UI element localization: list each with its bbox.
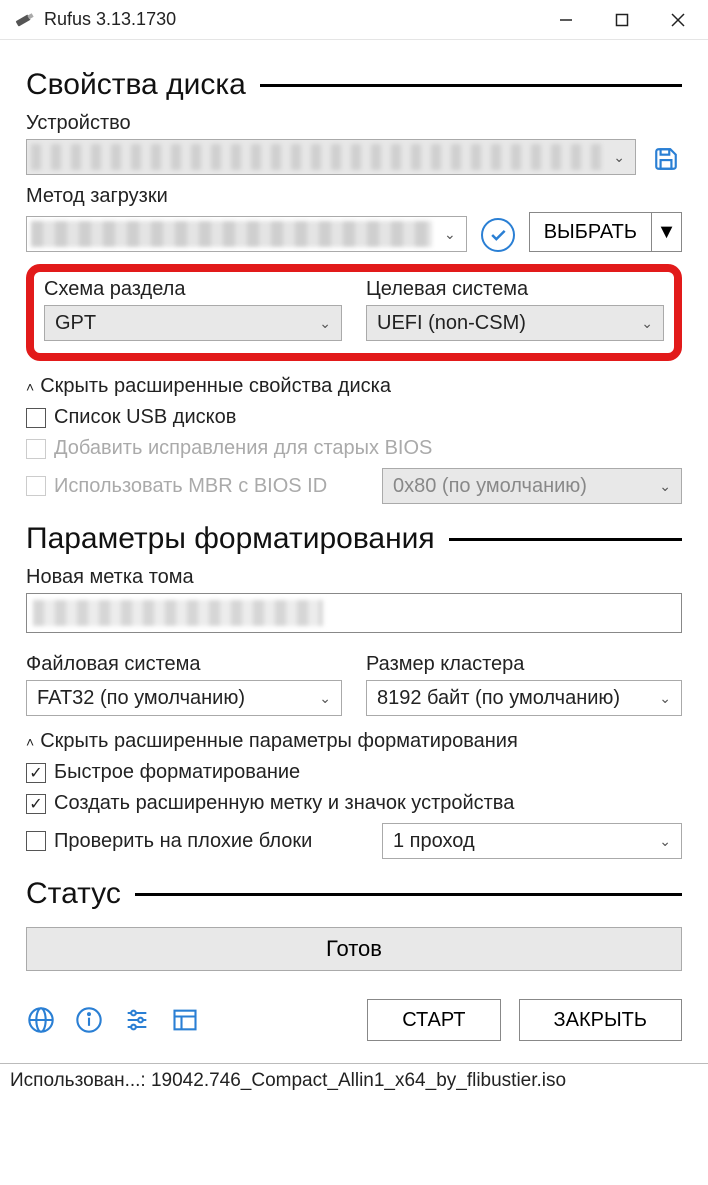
target-system-dropdown[interactable]: UEFI (non-CSM) ⌄ (366, 305, 664, 341)
target-system-value: UEFI (non-CSM) (377, 312, 526, 335)
bios-id-dropdown: 0x80 (по умолчанию) ⌄ (382, 468, 682, 504)
select-iso-button[interactable]: ВЫБРАТЬ ▼ (529, 212, 682, 252)
language-button[interactable] (26, 1005, 56, 1035)
bad-blocks-passes-dropdown[interactable]: 1 проход ⌄ (382, 823, 682, 859)
label-filesystem: Файловая система (26, 653, 342, 676)
select-dropdown-arrow[interactable]: ▼ (651, 213, 681, 251)
chevron-down-icon: ⌄ (659, 478, 671, 495)
toggle-advanced-drive-label: Скрыть расширенные свойства диска (40, 375, 391, 398)
settings-button[interactable] (122, 1005, 152, 1035)
label-target-system: Целевая система (366, 278, 664, 301)
footer-text: Использован...: 19042.746_Compact_Allin1… (10, 1070, 566, 1091)
about-button[interactable] (74, 1005, 104, 1035)
section-format-options: Параметры форматирования (26, 522, 682, 556)
label-partition-scheme: Схема раздела (44, 278, 342, 301)
boot-selection-dropdown[interactable]: ⌄ (26, 216, 467, 252)
log-button[interactable] (170, 1005, 200, 1035)
window-titlebar: Rufus 3.13.1730 (0, 0, 708, 40)
partition-scheme-dropdown[interactable]: GPT ⌄ (44, 305, 342, 341)
section-divider (449, 538, 682, 541)
app-usb-icon (10, 10, 38, 30)
checkbox-ext-label[interactable]: ✓ (26, 794, 46, 814)
section-title-drive: Свойства диска (26, 68, 246, 102)
checkbox-mbr-biosid-label: Использовать MBR с BIOS ID (54, 475, 327, 498)
verify-hash-button[interactable] (481, 218, 515, 252)
footer-status: Использован...: 19042.746_Compact_Allin1… (0, 1063, 708, 1102)
section-divider (260, 84, 682, 87)
section-drive-properties: Свойства диска (26, 68, 682, 102)
cluster-size-dropdown[interactable]: 8192 байт (по умолчанию) ⌄ (366, 680, 682, 716)
start-button-label: СТАРТ (402, 1009, 465, 1032)
status-text: Готов (326, 936, 382, 962)
label-boot-method: Метод загрузки (26, 185, 682, 208)
chevron-down-icon: ⌄ (319, 315, 331, 332)
window-minimize-button[interactable] (538, 0, 594, 40)
device-dropdown[interactable]: ⌄ (26, 139, 636, 175)
checkbox-quick-format[interactable]: ✓ (26, 763, 46, 783)
checkbox-bad-blocks[interactable] (26, 831, 46, 851)
filesystem-value: FAT32 (по умолчанию) (37, 687, 245, 710)
checkbox-usb-list-row[interactable]: Список USB дисков (26, 406, 682, 429)
partition-scheme-value: GPT (55, 312, 96, 335)
checkbox-usb-list-label: Список USB дисков (54, 406, 236, 429)
save-image-button[interactable] (650, 143, 682, 175)
chevron-down-icon: ⌄ (659, 690, 671, 707)
chevron-down-icon: ⌄ (659, 833, 671, 850)
bad-blocks-passes-value: 1 проход (393, 830, 475, 853)
checkbox-mbr-biosid-row: Использовать MBR с BIOS ID (26, 475, 366, 498)
checkbox-mbr-biosid (26, 476, 46, 496)
checkbox-old-bios (26, 439, 46, 459)
checkbox-old-bios-row: Добавить исправления для старых BIOS (26, 437, 682, 460)
label-cluster-size: Размер кластера (366, 653, 682, 676)
checkbox-ext-label-label: Создать расширенную метку и значок устро… (54, 792, 514, 815)
window-maximize-button[interactable] (594, 0, 650, 40)
toggle-advanced-format[interactable]: ˄ Скрыть расширенные параметры форматиро… (26, 730, 682, 753)
checkbox-quick-format-label: Быстрое форматирование (54, 761, 300, 784)
checkbox-bad-blocks-label: Проверить на плохие блоки (54, 830, 312, 853)
chevron-up-icon: ˄ (26, 379, 34, 395)
chevron-down-icon: ⌄ (613, 149, 625, 166)
chevron-down-icon: ⌄ (641, 315, 653, 332)
filesystem-dropdown[interactable]: FAT32 (по умолчанию) ⌄ (26, 680, 342, 716)
window-close-button[interactable] (650, 0, 706, 40)
checkbox-old-bios-label: Добавить исправления для старых BIOS (54, 437, 432, 460)
label-volume-label: Новая метка тома (26, 566, 682, 589)
bios-id-value: 0x80 (по умолчанию) (393, 475, 587, 498)
toggle-advanced-drive[interactable]: ˄ Скрыть расширенные свойства диска (26, 375, 682, 398)
checkbox-quick-format-row[interactable]: ✓ Быстрое форматирование (26, 761, 682, 784)
select-iso-label: ВЫБРАТЬ (530, 221, 651, 244)
label-device: Устройство (26, 112, 682, 135)
cluster-size-value: 8192 байт (по умолчанию) (377, 687, 620, 710)
start-button[interactable]: СТАРТ (367, 999, 500, 1041)
checkbox-usb-list[interactable] (26, 408, 46, 428)
section-title-format: Параметры форматирования (26, 522, 435, 556)
status-bar: Готов (26, 927, 682, 971)
checkbox-ext-label-row[interactable]: ✓ Создать расширенную метку и значок уст… (26, 792, 682, 815)
chevron-down-icon: ⌄ (319, 690, 331, 707)
section-status: Статус (26, 877, 682, 911)
close-button-label: ЗАКРЫТЬ (554, 1009, 647, 1032)
chevron-up-icon: ˄ (26, 734, 34, 750)
toggle-advanced-format-label: Скрыть расширенные параметры форматирова… (40, 730, 518, 753)
volume-label-input[interactable] (26, 593, 682, 633)
section-divider (135, 893, 682, 896)
window-title: Rufus 3.13.1730 (44, 9, 538, 30)
close-button[interactable]: ЗАКРЫТЬ (519, 999, 682, 1041)
highlighted-partition-target: Схема раздела GPT ⌄ Целевая система UEFI… (26, 264, 682, 361)
section-title-status: Статус (26, 877, 121, 911)
chevron-down-icon: ⌄ (444, 226, 456, 243)
checkbox-bad-blocks-row[interactable]: Проверить на плохие блоки (26, 830, 366, 853)
